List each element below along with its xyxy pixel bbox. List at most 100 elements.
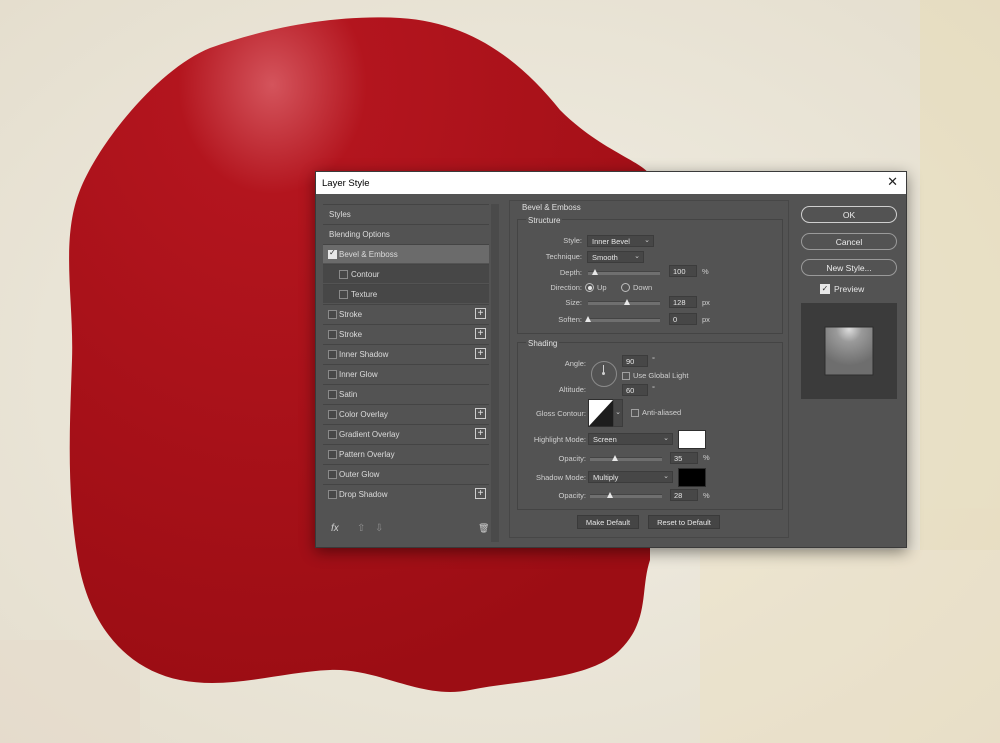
highlight-opacity-thumb[interactable]	[611, 455, 618, 461]
highlight-opacity-input[interactable]: 35	[670, 452, 698, 464]
close-icon[interactable]: ✕	[887, 175, 898, 189]
technique-dropdown[interactable]: Smooth ⌄	[587, 251, 644, 263]
highlight-mode-dropdown[interactable]: Screen ⌄	[588, 433, 673, 445]
style-item-label: Inner Glow	[339, 370, 378, 379]
style-dropdown[interactable]: Inner Bevel ⌄	[587, 235, 654, 247]
add-stroke-icon[interactable]: +	[475, 308, 486, 319]
highlight-opacity-slider[interactable]	[590, 455, 662, 461]
soften-input[interactable]: 0	[669, 313, 697, 325]
style-item-bevel-emboss[interactable]: Bevel & Emboss	[323, 244, 489, 263]
depth-slider[interactable]	[588, 269, 660, 275]
add-inner-shadow-icon[interactable]: +	[475, 348, 486, 359]
color-overlay-checkbox[interactable]	[328, 410, 337, 419]
ok-button[interactable]: OK	[801, 206, 897, 223]
global-light-checkbox[interactable]	[622, 372, 630, 380]
highlight-color-swatch[interactable]	[678, 430, 706, 449]
style-item-texture[interactable]: Texture	[323, 284, 489, 303]
angle-input[interactable]: 90	[622, 355, 648, 367]
gradient-overlay-checkbox[interactable]	[328, 430, 337, 439]
bevel-emboss-checkbox[interactable]	[328, 248, 337, 259]
move-down-icon[interactable]: ⇩	[375, 523, 383, 534]
style-item-gradient-overlay[interactable]: Gradient Overlay +	[323, 424, 489, 443]
angle-unit: °	[652, 355, 655, 364]
direction-down-radio[interactable]	[621, 283, 630, 292]
style-item-color-overlay[interactable]: Color Overlay +	[323, 404, 489, 423]
direction-up-radio[interactable]	[585, 283, 594, 292]
fx-icon[interactable]: fx	[331, 523, 339, 534]
chevron-down-icon: ⌄	[644, 237, 650, 244]
gloss-contour-label: Gloss Contour:	[535, 409, 586, 418]
outer-glow-checkbox[interactable]	[328, 470, 337, 479]
add-drop-shadow-icon[interactable]: +	[475, 488, 486, 499]
blending-options-item[interactable]: Blending Options	[323, 224, 489, 243]
angle-dial-center	[602, 372, 605, 375]
move-up-icon[interactable]: ⇧	[357, 523, 365, 534]
soften-slider-thumb[interactable]	[584, 316, 591, 322]
style-item-stroke[interactable]: Stroke +	[323, 304, 489, 323]
stroke-checkbox[interactable]	[328, 310, 337, 319]
make-default-button[interactable]: Make Default	[577, 515, 639, 529]
style-item-stroke-2[interactable]: Stroke +	[323, 324, 489, 343]
gloss-contour-chevron-icon[interactable]: ⌄	[613, 399, 623, 427]
shadow-color-swatch[interactable]	[678, 468, 706, 487]
styles-label: Styles	[329, 210, 351, 219]
trash-icon[interactable]: 🗑	[478, 523, 489, 534]
technique-value: Smooth	[592, 253, 618, 262]
altitude-input[interactable]: 60	[622, 384, 648, 396]
new-style-button[interactable]: New Style...	[801, 259, 897, 276]
preview-checkbox[interactable]: ✓	[820, 284, 830, 294]
shadow-mode-dropdown[interactable]: Multiply ⌄	[588, 471, 673, 483]
shadow-opacity-thumb[interactable]	[606, 492, 613, 498]
anti-aliased-checkbox[interactable]	[631, 409, 639, 417]
gloss-contour-preview[interactable]	[588, 399, 614, 427]
angle-dial[interactable]	[591, 361, 617, 387]
contour-checkbox[interactable]	[339, 270, 348, 279]
style-item-inner-glow[interactable]: Inner Glow	[323, 364, 489, 383]
angle-label: Angle:	[564, 359, 586, 368]
preview-label: Preview	[834, 284, 865, 294]
technique-label: Technique:	[545, 252, 582, 261]
shadow-opacity-input[interactable]: 28	[670, 489, 698, 501]
drop-shadow-checkbox[interactable]	[328, 490, 337, 499]
style-item-drop-shadow[interactable]: Drop Shadow +	[323, 484, 489, 503]
direction-up-label: Up	[597, 283, 607, 292]
style-item-label: Inner Shadow	[339, 350, 389, 359]
add-color-overlay-icon[interactable]: +	[475, 408, 486, 419]
depth-slider-thumb[interactable]	[591, 269, 598, 275]
size-unit: px	[702, 298, 710, 307]
style-item-label: Satin	[339, 390, 358, 399]
style-item-pattern-overlay[interactable]: Pattern Overlay	[323, 444, 489, 463]
style-item-satin[interactable]: Satin	[323, 384, 489, 403]
add-stroke-2-icon[interactable]: +	[475, 328, 486, 339]
styles-scrollbar[interactable]	[491, 204, 499, 542]
style-item-contour[interactable]: Contour	[323, 264, 489, 283]
size-input[interactable]: 128	[669, 296, 697, 308]
styles-header-item[interactable]: Styles	[323, 204, 489, 223]
highlight-opacity-label: Opacity:	[558, 454, 586, 463]
style-item-label: Bevel & Emboss	[339, 250, 398, 259]
texture-checkbox[interactable]	[339, 290, 348, 299]
size-slider[interactable]	[588, 299, 660, 305]
style-preview-thumbnail	[801, 303, 897, 399]
chevron-down-icon: ⌄	[663, 435, 669, 442]
soften-slider[interactable]	[584, 316, 660, 322]
shadow-opacity-slider[interactable]	[590, 492, 662, 498]
inner-glow-checkbox[interactable]	[328, 370, 337, 379]
depth-input[interactable]: 100	[669, 265, 697, 277]
dialog-title: Layer Style	[322, 178, 370, 189]
satin-checkbox[interactable]	[328, 390, 337, 399]
size-label: Size:	[565, 298, 582, 307]
structure-title: Structure	[526, 216, 563, 225]
size-slider-thumb[interactable]	[624, 299, 631, 305]
style-item-outer-glow[interactable]: Outer Glow	[323, 464, 489, 483]
cancel-button[interactable]: Cancel	[801, 233, 897, 250]
inner-shadow-checkbox[interactable]	[328, 350, 337, 359]
reset-to-default-button[interactable]: Reset to Default	[648, 515, 720, 529]
style-item-inner-shadow[interactable]: Inner Shadow +	[323, 344, 489, 363]
stroke-2-checkbox[interactable]	[328, 330, 337, 339]
shading-title: Shading	[526, 339, 560, 348]
add-gradient-overlay-icon[interactable]: +	[475, 428, 486, 439]
shading-group: Shading Angle: 90 ° Use Global Light Alt…	[517, 339, 783, 510]
style-item-label: Color Overlay	[339, 410, 388, 419]
pattern-overlay-checkbox[interactable]	[328, 450, 337, 459]
